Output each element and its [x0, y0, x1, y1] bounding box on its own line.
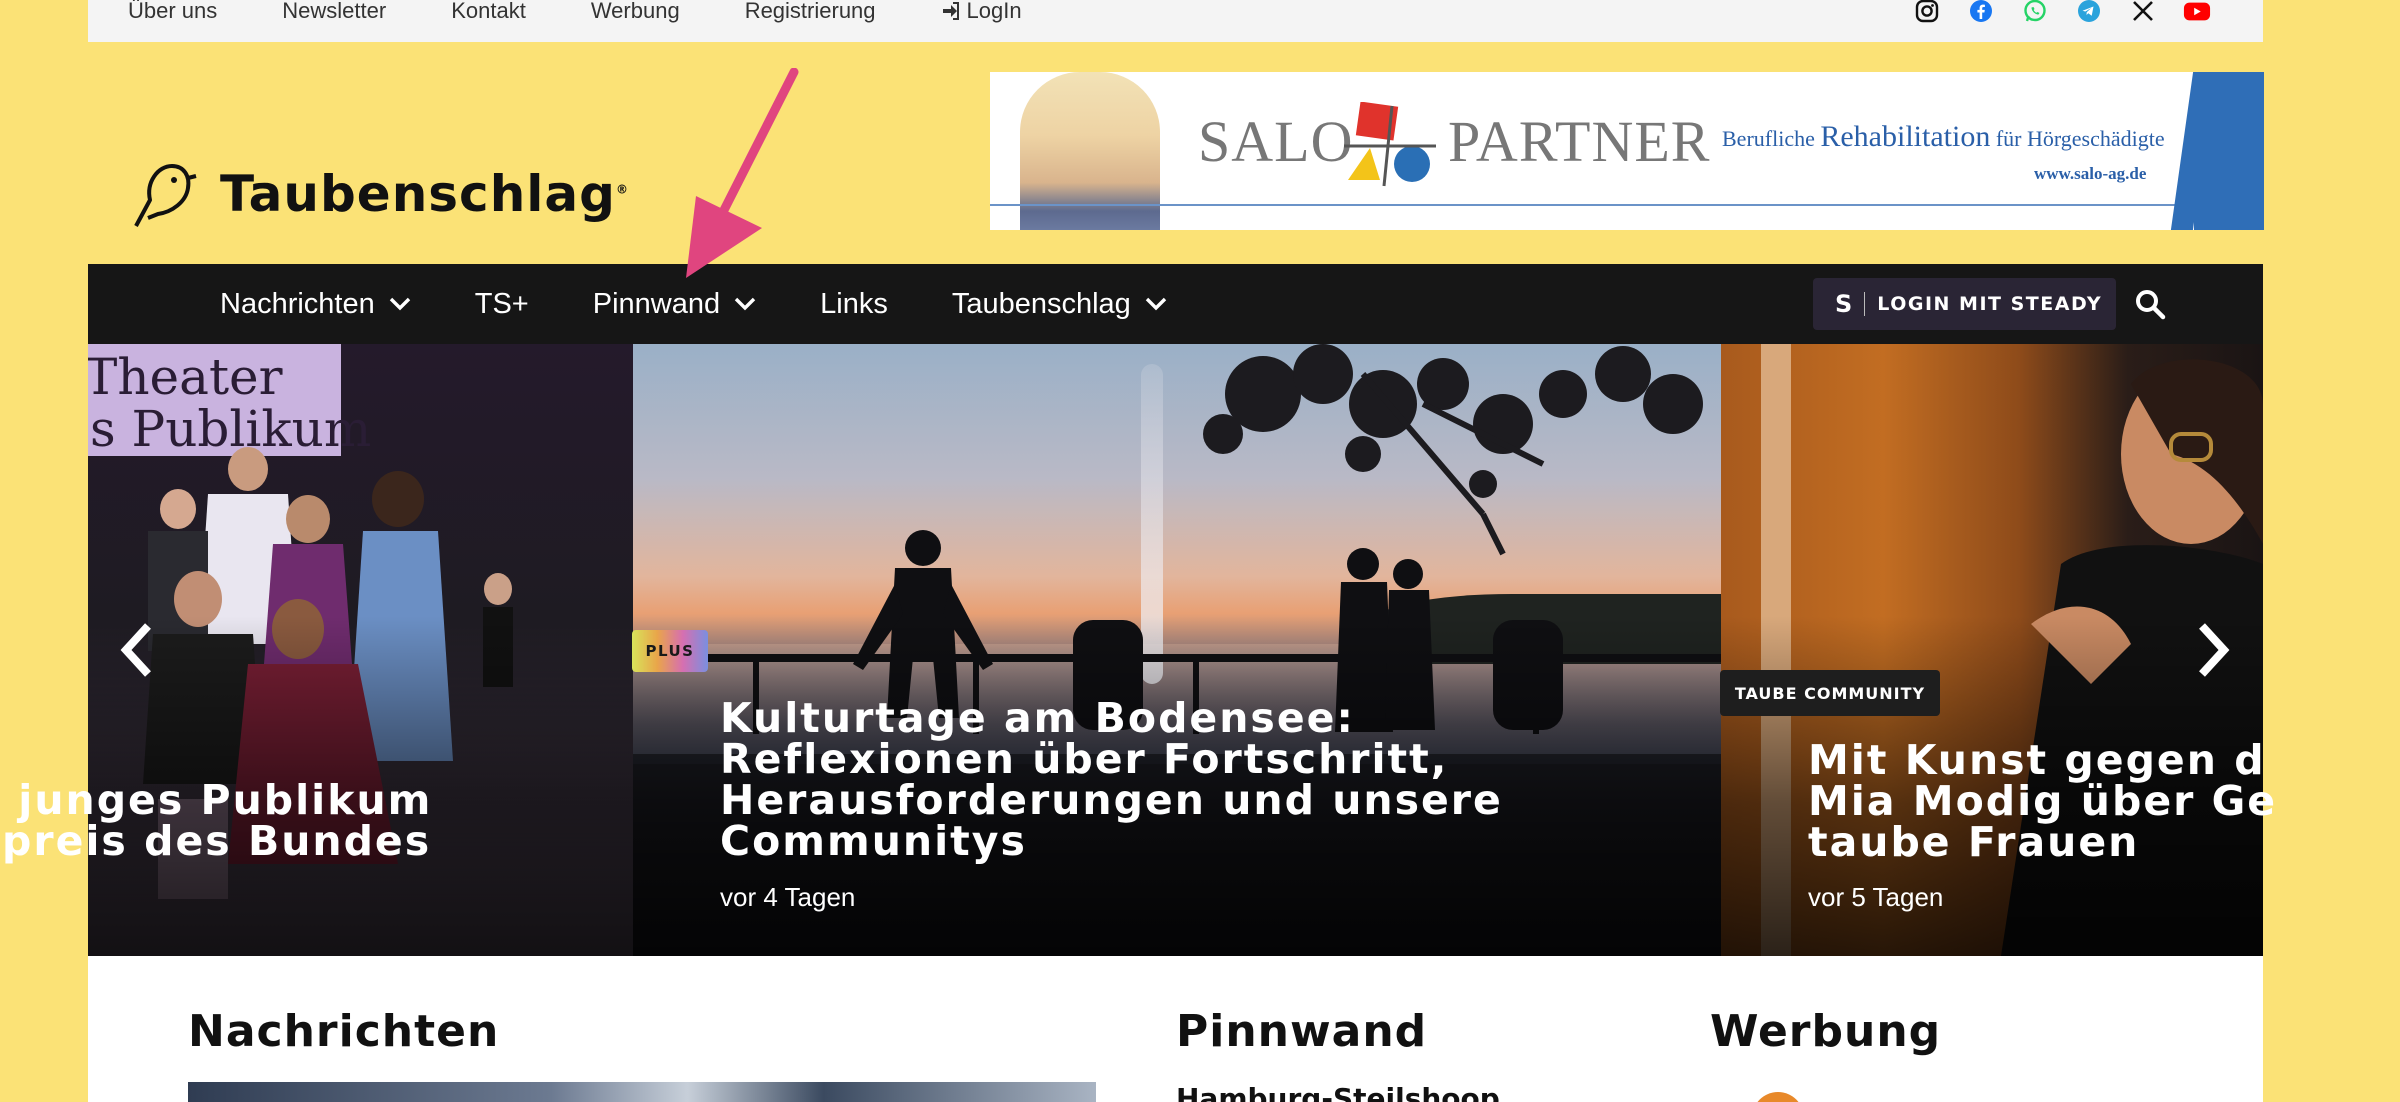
section-title-nachrichten: Nachrichten [188, 1006, 500, 1057]
facebook-icon[interactable] [1967, 0, 1995, 24]
main-nav: Nachrichten TS+ Pinnwand Links Taubensch… [88, 264, 2263, 344]
nav-label: Taubenschlag [951, 287, 1131, 320]
search-icon[interactable] [2134, 288, 2166, 320]
top-bar: Über uns Newsletter Kontakt Werbung Regi… [88, 0, 2263, 42]
steady-logo-icon: S [1835, 290, 1853, 318]
plus-badge: PLUS [632, 630, 708, 672]
steady-separator [1864, 292, 1866, 316]
chevron-down-icon [389, 297, 410, 311]
nav-item-taubenschlag[interactable]: Taubenschlag [952, 288, 1167, 321]
site-logo[interactable]: Taubenschlag® [128, 160, 629, 228]
bird-logo-icon [134, 164, 197, 227]
slide-2-date: vor 4 Tagen [720, 882, 856, 912]
salo-partner-logo-icon [1344, 102, 1436, 187]
instagram-icon[interactable] [1913, 0, 1941, 24]
section-title-werbung: Werbung [1710, 1006, 1942, 1057]
top-link-login[interactable]: LogIn [941, 0, 1087, 24]
nav-label: Nachrichten [220, 287, 375, 320]
slider-prev-icon[interactable] [118, 620, 158, 680]
top-link-newsletter[interactable]: Newsletter [282, 0, 386, 24]
news-thumbnail[interactable] [188, 1082, 1096, 1102]
login-label: LogIn [966, 0, 1022, 23]
nav-item-ts-plus[interactable]: TS+ [475, 288, 529, 321]
ad-banner-salo[interactable]: SALO PARTNER Berufliche Rehabilitation f… [990, 72, 2264, 230]
category-badge[interactable]: TAUBE COMMUNITY [1720, 670, 1940, 716]
top-link-kontakt[interactable]: Kontakt [451, 0, 526, 24]
steady-label: LOGIN MIT STEADY [1877, 293, 2103, 315]
nav-label: Links [820, 287, 888, 320]
top-link-ueber-uns[interactable]: Über uns [128, 0, 217, 24]
slide-2-title[interactable]: Kulturtage am Bodensee: Reflexionen über… [720, 698, 1503, 862]
pinnwand-item[interactable]: Hamburg-Steilshoop [1176, 1082, 1500, 1102]
ad-brand-left: SALO [1198, 109, 1354, 174]
nav-item-pinnwand[interactable]: Pinnwand [593, 288, 756, 321]
logo-text: Taubenschlag® [220, 165, 629, 223]
chevron-down-icon [734, 297, 756, 311]
ad-url: www.salo-ag.de [2034, 164, 2147, 183]
nav-item-nachrichten[interactable]: Nachrichten [220, 288, 411, 321]
top-menu: Über uns Newsletter Kontakt Werbung Regi… [128, 0, 1152, 24]
nav-item-links[interactable]: Links [820, 288, 888, 321]
slide-3-date: vor 5 Tagen [1808, 882, 1944, 912]
ad-photo [1020, 72, 1160, 230]
chevron-down-icon [1145, 297, 1167, 311]
social-links [1887, 0, 2211, 24]
slide-1-title[interactable]: junges Publikum preis des Bundes [2, 780, 602, 862]
youtube-icon[interactable] [2183, 0, 2211, 24]
ad-divider [990, 204, 2264, 206]
top-link-registrierung[interactable]: Registrierung [745, 0, 876, 24]
whatsapp-icon[interactable] [2021, 0, 2049, 24]
section-title-pinnwand: Pinnwand [1176, 1006, 1428, 1057]
x-icon[interactable] [2129, 0, 2157, 24]
ad-stripe-right [2194, 72, 2264, 230]
login-icon [942, 2, 959, 20]
slide-3-title[interactable]: Mit Kunst gegen d Mia Modig über Ge taub… [1808, 740, 2277, 863]
annotation-arrow-icon [686, 68, 799, 278]
ad-tagline: Berufliche Rehabilitation für Hörgeschäd… [1722, 120, 2165, 153]
slider-next-icon[interactable] [2192, 620, 2232, 680]
ad-brand-right: PARTNER [1448, 109, 1711, 174]
top-link-werbung[interactable]: Werbung [591, 0, 680, 24]
nav-label: Pinnwand [592, 287, 721, 320]
login-steady-button[interactable]: S LOGIN MIT STEADY [1813, 278, 2116, 330]
nav-label: TS+ [474, 287, 529, 320]
telegram-icon[interactable] [2075, 0, 2103, 24]
